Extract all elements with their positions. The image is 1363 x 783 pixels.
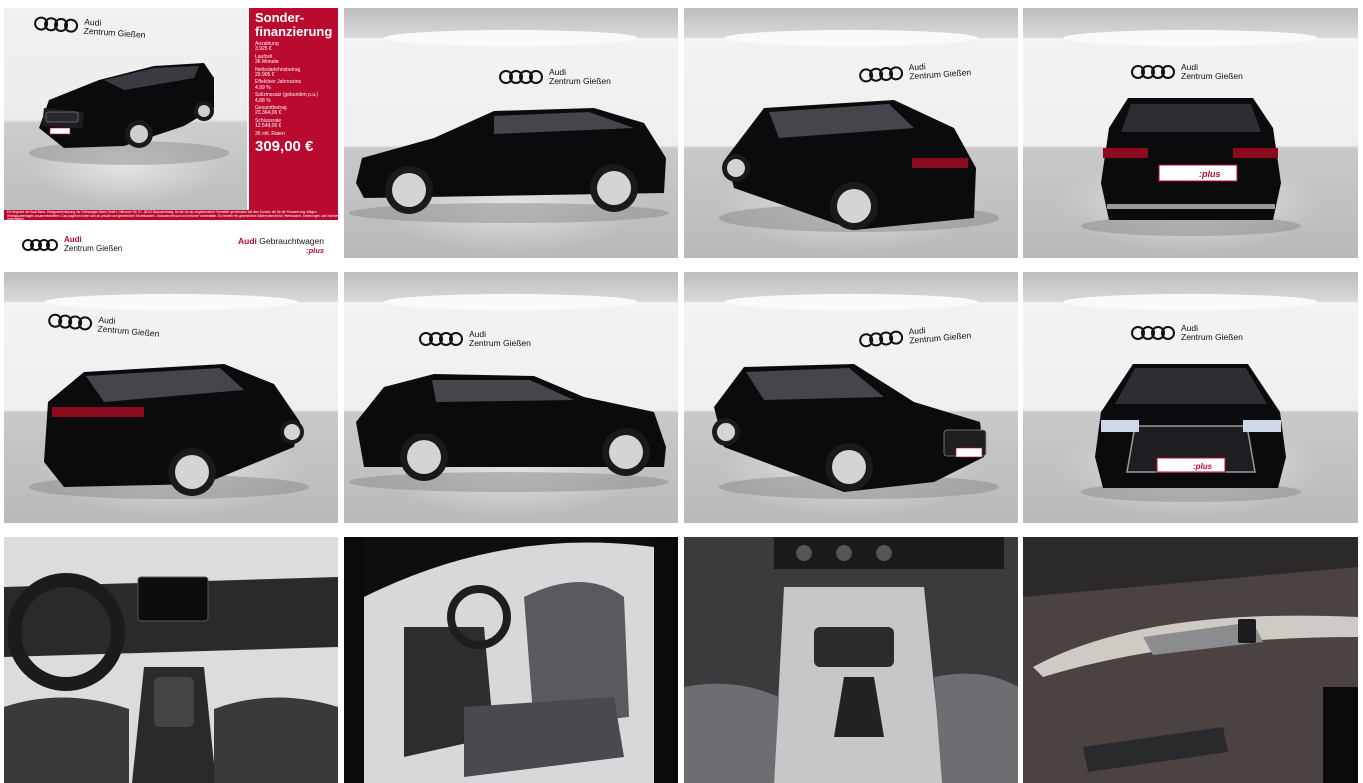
license-plate-text: :plus [1193,462,1213,471]
gallery-photo-rear[interactable]: Audi Zentrum Gießen :plus [1023,8,1358,258]
gallery-photo-front-threequarter-right[interactable]: Audi Zentrum Gießen [684,272,1018,523]
gallery-photo-side-right[interactable]: Audi Zentrum Gießen [344,272,678,523]
photo-gallery-grid: Audi Zentrum Gießen Sonder- finanzierung … [0,0,1363,783]
financing-row: Anzahlung 3.925 € [255,41,279,53]
car-side-image [349,108,669,223]
financing-row: Laufzeit 36 Monate [255,53,279,66]
financing-row: Schlussrate 12.549,06 € [255,117,282,130]
gallery-photo-center-console[interactable] [684,537,1018,783]
gebrauchtwagen-plus-logo: Audi Gebrauchtwagen :plus [237,236,324,256]
financing-footer: Audi Zentrum Gießen Audi Gebrauchtwagen :… [4,220,338,258]
car-side-right-image [349,374,669,492]
footer-dealer-logo: Audi Zentrum Gießen [22,235,122,253]
center-console-image [684,537,1018,783]
gallery-photo-front-seat[interactable] [344,537,678,783]
financing-row: Sollzinssatz (gebunden p.a.) 4,88 % [255,92,319,104]
gallery-photo-rear-threequarter-left[interactable]: Audi Zentrum Gießen [684,8,1018,258]
financing-panel: Sonder- finanzierung Anzahlung 3.925 € La… [249,8,338,210]
car-front-image: :plus [1081,364,1301,502]
gallery-photo-financing-offer[interactable]: Audi Zentrum Gießen Sonder- finanzierung … [4,8,338,258]
car-rear-image: :plus [1081,98,1301,236]
gallery-photo-side-left[interactable]: Audi Zentrum Gießen [344,8,678,258]
monthly-rate-label: 36 mtl. Raten [255,130,285,137]
financing-car-photo: Audi Zentrum Gießen [4,8,247,210]
gallery-photo-dashboard[interactable] [4,537,338,783]
monthly-rate-value: 309,00 € [255,138,314,156]
license-plate-text: :plus [1199,169,1221,179]
car-front-threequarter-right-image [712,364,999,499]
financing-row: Nettodarlehnsbetrag 20.905 € [255,66,301,79]
gallery-photo-door-panel[interactable] [1023,537,1358,783]
car-rear-threequarter-right-image [29,364,309,499]
financing-heading: Sonder- finanzierung [255,10,333,39]
car-rear-threequarter-image [719,100,999,232]
car-front-threequarter-image [29,63,229,165]
gallery-photo-front[interactable]: Audi Zentrum Gießen :plus [1023,272,1358,523]
dashboard-image [4,537,338,783]
audi-rings-icon [22,238,58,251]
financing-row: Effektiver Jahreszins 4,99 % [255,79,302,91]
financing-disclaimer: Ein Angebot der Audi Bank, Zweigniederla… [4,210,338,220]
front-seat-image [344,537,678,783]
door-panel-image [1023,537,1358,783]
gallery-photo-rear-threequarter-right[interactable]: Audi Zentrum Gießen [4,272,338,523]
financing-row: Gesamtbetrag 23.364,06 € [255,105,287,117]
